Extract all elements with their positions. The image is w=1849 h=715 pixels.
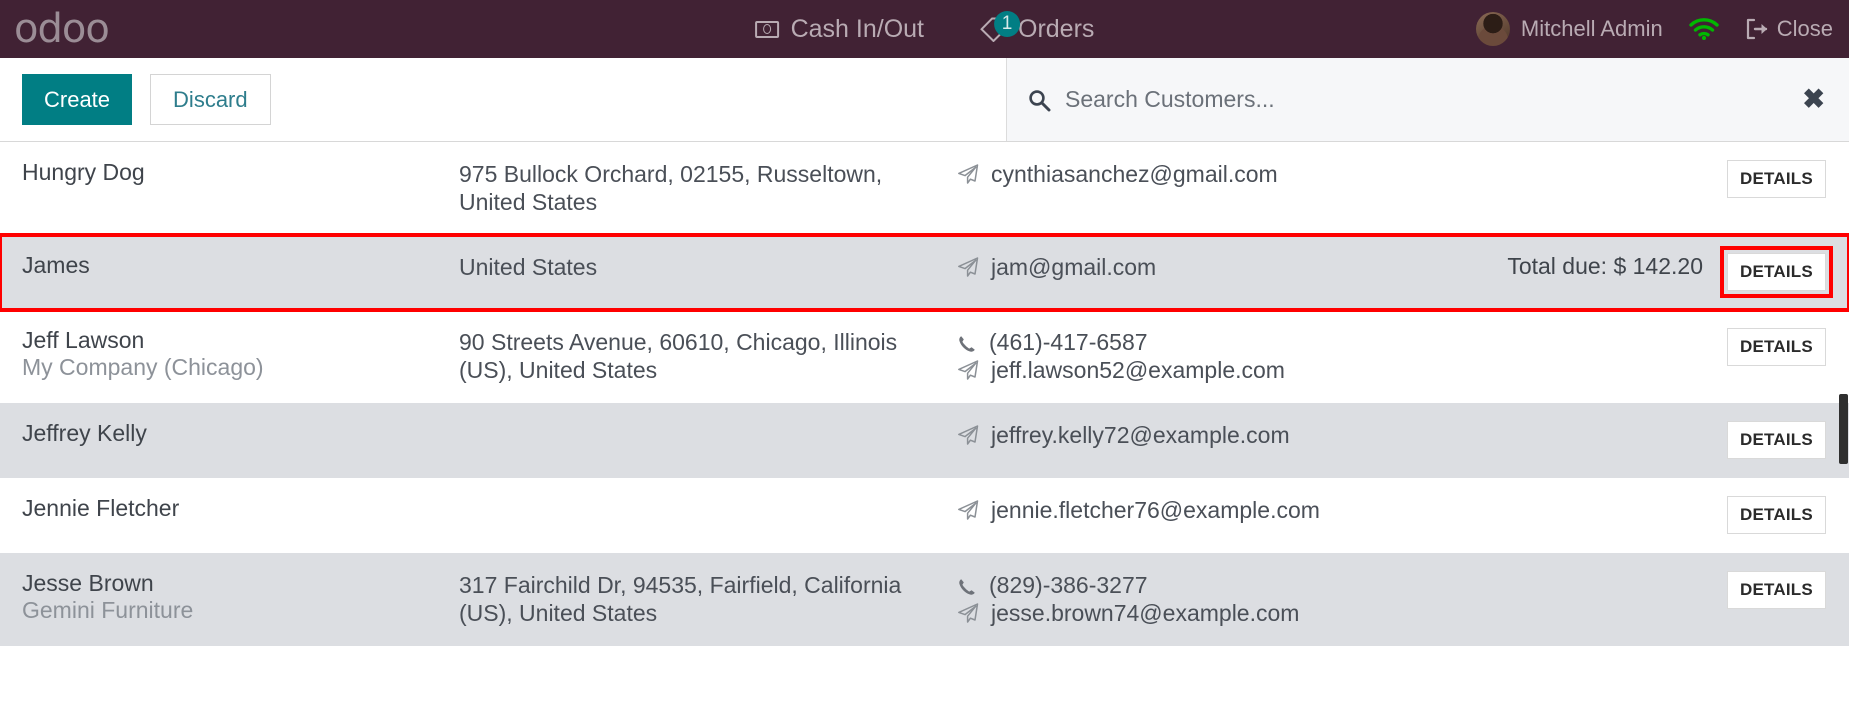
nav-center-group: Cash In/Out 1 Orders (754, 10, 1095, 44)
list-scrollbar[interactable] (1838, 142, 1849, 715)
customer-action-cell: DETAILS (1727, 496, 1849, 535)
customer-name-cell: Jesse Brown Gemini Furniture (0, 571, 459, 624)
scrollbar-thumb[interactable] (1839, 394, 1848, 464)
customer-name-cell: Jennie Fletcher (0, 496, 459, 521)
customer-name-cell: Jeffrey Kelly (0, 421, 459, 446)
customer-address-cell: 317 Fairchild Dr, 94535, Fairfield, Cali… (459, 572, 902, 627)
search-icon (1027, 88, 1051, 112)
top-navbar: odoo Cash In/Out 1 Orders Mitchell Admin (0, 0, 1849, 58)
customer-name-cell: Hungry Dog (0, 160, 459, 185)
orders-count-badge: 1 (994, 10, 1020, 37)
toolbar-left: Create Discard (0, 58, 1007, 141)
customer-contact-cell: (461)-417-6587 jeff.lawson52@example.com (949, 328, 1409, 384)
customer-name: Jeff Lawson (22, 327, 145, 354)
odoo-logo[interactable]: odoo (14, 9, 110, 49)
customer-email: jennie.fletcher76@example.com (991, 497, 1320, 524)
customer-address-cell: 90 Streets Avenue, 60610, Chicago, Illin… (459, 329, 898, 384)
cash-in-out-label: Cash In/Out (790, 14, 924, 43)
customer-action-cell: DETAILS (1727, 571, 1849, 610)
customer-email: jeffrey.kelly72@example.com (991, 422, 1290, 449)
details-button[interactable]: DETAILS (1727, 571, 1826, 610)
customer-company: My Company (Chicago) (22, 353, 264, 380)
customer-total-due: Total due: $ 142.20 (1507, 253, 1703, 280)
details-button[interactable]: DETAILS (1727, 496, 1826, 535)
customer-contact-cell: jennie.fletcher76@example.com (949, 496, 1409, 524)
customer-name: James (22, 252, 90, 279)
search-input[interactable] (1065, 86, 1797, 113)
customer-email-line: jeff.lawson52@example.com (957, 356, 1409, 384)
create-button[interactable]: Create (22, 74, 133, 125)
customer-contact-cell: (829)-386-3277 jesse.brown74@example.com (949, 571, 1409, 627)
table-row[interactable]: Jeffrey Kelly jeffrey.kelly72@example.com… (0, 403, 1849, 479)
customer-contact-cell: cynthiasanchez@gmail.com (949, 160, 1409, 188)
customer-list: Hungry Dog 975 Bullock Orchard, 02155, Ru… (0, 142, 1849, 715)
customer-phone: (829)-386-3277 (989, 572, 1148, 599)
customer-address-cell: United States (459, 254, 598, 281)
customer-name-cell: James (0, 253, 459, 278)
orders-label: Orders (1018, 14, 1095, 43)
customer-company: Gemini Furniture (22, 597, 194, 624)
phone-icon (957, 332, 977, 352)
customer-action-cell: DETAILS (1727, 328, 1849, 367)
send-icon (957, 499, 979, 521)
customer-email-line: jesse.brown74@example.com (957, 599, 1409, 627)
details-button[interactable]: DETAILS (1727, 421, 1826, 460)
orders-button[interactable]: 1 Orders (980, 10, 1095, 44)
close-icon[interactable]: ✖ (1796, 86, 1831, 113)
customer-rows: Hungry Dog 975 Bullock Orchard, 02155, Ru… (0, 142, 1849, 647)
send-icon (957, 359, 979, 381)
table-row[interactable]: Jennie Fletcher jennie.fletcher76@example… (0, 478, 1849, 554)
table-row[interactable]: Jeff Lawson My Company (Chicago) 90 Street… (0, 310, 1849, 404)
details-button[interactable]: DETAILS (1720, 246, 1833, 299)
user-name-label: Mitchell Admin (1520, 16, 1663, 41)
send-icon (957, 163, 979, 185)
close-session-button[interactable]: Close (1745, 16, 1833, 42)
customer-phone-line: (829)-386-3277 (957, 571, 1409, 599)
toolbar-right: ✖ (1007, 58, 1849, 141)
customer-name-cell: Jeff Lawson My Company (Chicago) (0, 328, 459, 381)
customer-email: cynthiasanchez@gmail.com (991, 161, 1278, 187)
table-row[interactable]: Jesse Brown Gemini Furniture 317 Fairchild… (0, 553, 1849, 647)
phone-icon (957, 575, 977, 595)
details-button[interactable]: DETAILS (1727, 160, 1826, 198)
details-button[interactable]: DETAILS (1727, 328, 1826, 367)
customer-action-cell: DETAILS (1727, 160, 1849, 198)
customer-contact-cell: jam@gmail.com (949, 253, 1409, 281)
customer-email-line: jeffrey.kelly72@example.com (957, 421, 1409, 449)
send-icon (957, 424, 979, 446)
customer-address-cell: 975 Bullock Orchard, 02155, Russeltown, … (459, 161, 883, 216)
customer-phone: (461)-417-6587 (989, 329, 1148, 356)
cash-in-out-button[interactable]: Cash In/Out (754, 14, 924, 44)
search-box[interactable] (1027, 86, 1797, 113)
customer-name: Jeffrey Kelly (22, 420, 147, 447)
table-row[interactable]: Hungry Dog 975 Bullock Orchard, 02155, Ru… (0, 142, 1849, 236)
cash-icon (754, 20, 779, 38)
customer-action-cell: DETAILS (1720, 246, 1849, 299)
send-icon (957, 602, 979, 624)
customer-name: Jennie Fletcher (22, 495, 180, 522)
customer-email-line: cynthiasanchez@gmail.com (957, 160, 1409, 188)
close-label: Close (1776, 16, 1833, 41)
customer-contact-cell: jeffrey.kelly72@example.com (949, 421, 1409, 449)
customer-name: Jesse Brown (22, 570, 154, 597)
customer-email-line: jam@gmail.com (957, 253, 1409, 281)
customer-name: Hungry Dog (22, 159, 145, 185)
customer-action-cell: DETAILS (1727, 421, 1849, 460)
logout-icon (1745, 18, 1769, 40)
customer-email: jesse.brown74@example.com (991, 600, 1300, 627)
user-menu[interactable]: Mitchell Admin (1475, 12, 1663, 46)
table-row[interactable]: James United States jam@gmail.com Total due… (0, 233, 1849, 313)
customer-email-line: jennie.fletcher76@example.com (957, 496, 1409, 524)
avatar (1475, 12, 1510, 46)
wifi-icon (1689, 18, 1719, 41)
customer-phone-line: (461)-417-6587 (957, 328, 1409, 356)
nav-right-group: Mitchell Admin Close (1475, 12, 1833, 46)
discard-button[interactable]: Discard (150, 74, 271, 125)
customer-email: jam@gmail.com (991, 254, 1157, 281)
customer-email: jeff.lawson52@example.com (991, 357, 1285, 384)
action-toolbar: Create Discard ✖ (0, 58, 1849, 142)
send-icon (957, 256, 979, 278)
